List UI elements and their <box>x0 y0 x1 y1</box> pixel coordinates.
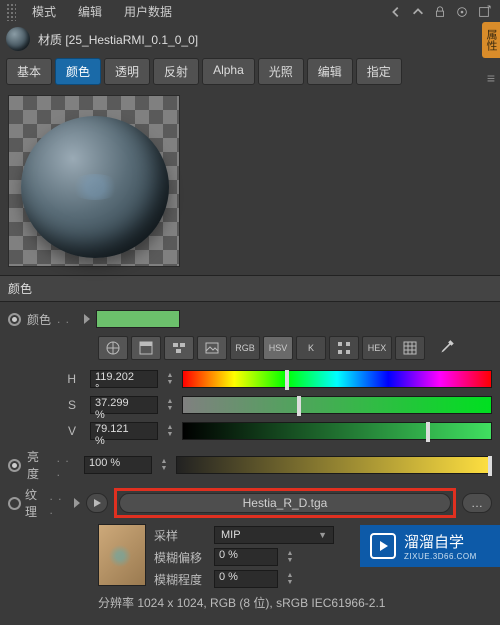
texture-thumbnail[interactable] <box>98 524 146 586</box>
dots3: . . . <box>50 489 69 517</box>
preview-sphere <box>21 116 169 258</box>
sampling-value: MIP <box>221 529 241 541</box>
blur-offset-field[interactable]: 0 % <box>214 548 278 566</box>
side-tab-properties[interactable]: 属性 <box>482 22 500 58</box>
picker-image-icon[interactable] <box>197 336 227 360</box>
blur-scale-spinner[interactable]: ▲▼ <box>284 570 296 588</box>
label-blur-offset: 模糊偏移 <box>154 549 208 566</box>
dots2: . . . <box>57 451 78 479</box>
menu-mode[interactable]: 模式 <box>22 0 66 24</box>
tab-reflection[interactable]: 反射 <box>153 58 199 85</box>
picker-wheel-icon[interactable] <box>98 336 128 360</box>
sampling-select[interactable]: MIP ▼ <box>214 526 334 544</box>
side-menu-icon[interactable]: ≡ <box>484 70 498 84</box>
picker-spectrum-icon[interactable] <box>131 336 161 360</box>
tab-color[interactable]: 颜色 <box>55 58 101 85</box>
watermark-play-icon <box>370 533 396 559</box>
mode-hex-button[interactable]: HEX <box>362 336 392 360</box>
tab-assign[interactable]: 指定 <box>356 58 402 85</box>
tab-glow[interactable]: 光照 <box>258 58 304 85</box>
texture-status: 分辨率 1024 x 1024, RGB (8 位), sRGB IEC6196… <box>8 590 492 617</box>
section-color-header: 颜色 <box>0 275 500 302</box>
dots: . . <box>57 312 70 326</box>
picker-brick-icon[interactable] <box>164 336 194 360</box>
row-brightness: 亮度 . . . 100 % ▲▼ <box>8 448 492 482</box>
hue-field[interactable]: 119.202 ° <box>90 370 158 388</box>
watermark-url: ZIXUE.3D66.COM <box>404 552 477 561</box>
blur-scale-field[interactable]: 0 % <box>214 570 278 588</box>
material-title: 材质 [25_HestiaRMI_0.1_0_0] <box>38 31 198 48</box>
lock-icon[interactable] <box>430 2 450 22</box>
row-sat: S 37.299 % ▲▼ <box>8 394 492 416</box>
brightness-slider[interactable] <box>176 456 492 474</box>
color-panel: 颜色 . . RGB HSV K HEX H 119.202 ° ▲▼ S 37.… <box>0 302 500 625</box>
brightness-radio[interactable] <box>8 459 21 472</box>
row-color: 颜色 . . <box>8 308 492 330</box>
row-val: V 79.121 % ▲▼ <box>8 420 492 442</box>
material-preview[interactable] <box>8 95 180 267</box>
sat-spinner[interactable]: ▲▼ <box>164 396 176 414</box>
color-mode-strip: RGB HSV K HEX <box>98 336 492 360</box>
texture-preview-toggle[interactable] <box>86 493 108 513</box>
menu-userdata[interactable]: 用户数据 <box>114 0 182 24</box>
preview-area <box>0 91 500 275</box>
row-blur-scale: 模糊程度 0 % ▲▼ <box>154 568 492 590</box>
tab-alpha[interactable]: Alpha <box>202 58 255 85</box>
tab-transparency[interactable]: 透明 <box>104 58 150 85</box>
label-texture: 纹理. . . <box>8 486 68 520</box>
color-radio[interactable] <box>8 313 21 326</box>
nav-up-icon[interactable] <box>408 2 428 22</box>
val-spinner[interactable]: ▲▼ <box>164 422 176 440</box>
tab-edit[interactable]: 编辑 <box>307 58 353 85</box>
chevron-down-icon: ▼ <box>318 530 327 540</box>
label-h: H <box>8 372 84 386</box>
nav-back-icon[interactable] <box>386 2 406 22</box>
mode-k-button[interactable]: K <box>296 336 326 360</box>
mode-rgb-button[interactable]: RGB <box>230 336 260 360</box>
material-title-row: 材质 [25_HestiaRMI_0.1_0_0] <box>0 24 500 54</box>
label-sampling: 采样 <box>154 527 208 544</box>
watermark-brand: 溜溜自学 <box>404 531 477 552</box>
label-color-text: 颜色 <box>27 311 51 328</box>
watermark-badge: 溜溜自学 ZIXUE.3D66.COM <box>360 525 500 567</box>
tab-basic[interactable]: 基本 <box>6 58 52 85</box>
sat-slider[interactable] <box>182 396 492 414</box>
panel-grip[interactable] <box>6 3 16 21</box>
color-swatch[interactable] <box>96 310 180 328</box>
label-brightness-text: 亮度 <box>27 448 51 482</box>
eyedropper-icon[interactable] <box>434 336 460 360</box>
sat-field[interactable]: 37.299 % <box>90 396 158 414</box>
new-panel-icon[interactable] <box>474 2 494 22</box>
label-s: S <box>8 398 84 412</box>
val-slider[interactable] <box>182 422 492 440</box>
mode-hsv-button[interactable]: HSV <box>263 336 293 360</box>
material-tabs: 基本 颜色 透明 反射 Alpha 光照 编辑 指定 <box>0 54 500 91</box>
hue-spinner[interactable]: ▲▼ <box>164 370 176 388</box>
val-field[interactable]: 79.121 % <box>90 422 158 440</box>
target-icon[interactable] <box>452 2 472 22</box>
label-blur-scale: 模糊程度 <box>154 571 208 588</box>
mode-swatches-icon[interactable] <box>329 336 359 360</box>
row-texture: 纹理. . . Hestia_R_D.tga … <box>8 486 492 520</box>
texture-highlight-box: Hestia_R_D.tga <box>114 488 456 518</box>
brightness-spinner[interactable]: ▲▼ <box>158 456 170 474</box>
texture-file-field[interactable]: Hestia_R_D.tga <box>119 493 451 513</box>
label-brightness: 亮度 . . . <box>8 448 78 482</box>
expand-color-icon[interactable] <box>84 314 90 324</box>
label-texture-text: 纹理 <box>25 486 46 520</box>
label-color: 颜色 . . <box>8 311 78 328</box>
menu-edit[interactable]: 编辑 <box>68 0 112 24</box>
brightness-field[interactable]: 100 % <box>84 456 152 474</box>
texture-radio[interactable] <box>8 497 21 510</box>
menu-bar: 模式 编辑 用户数据 <box>0 0 500 24</box>
texture-browse-button[interactable]: … <box>462 493 492 513</box>
mode-grid-icon[interactable] <box>395 336 425 360</box>
expand-texture-icon[interactable] <box>74 498 80 508</box>
label-v: V <box>8 424 84 438</box>
hue-slider[interactable] <box>182 370 492 388</box>
material-sphere-icon <box>6 27 30 51</box>
blur-offset-spinner[interactable]: ▲▼ <box>284 548 296 566</box>
row-hue: H 119.202 ° ▲▼ <box>8 368 492 390</box>
